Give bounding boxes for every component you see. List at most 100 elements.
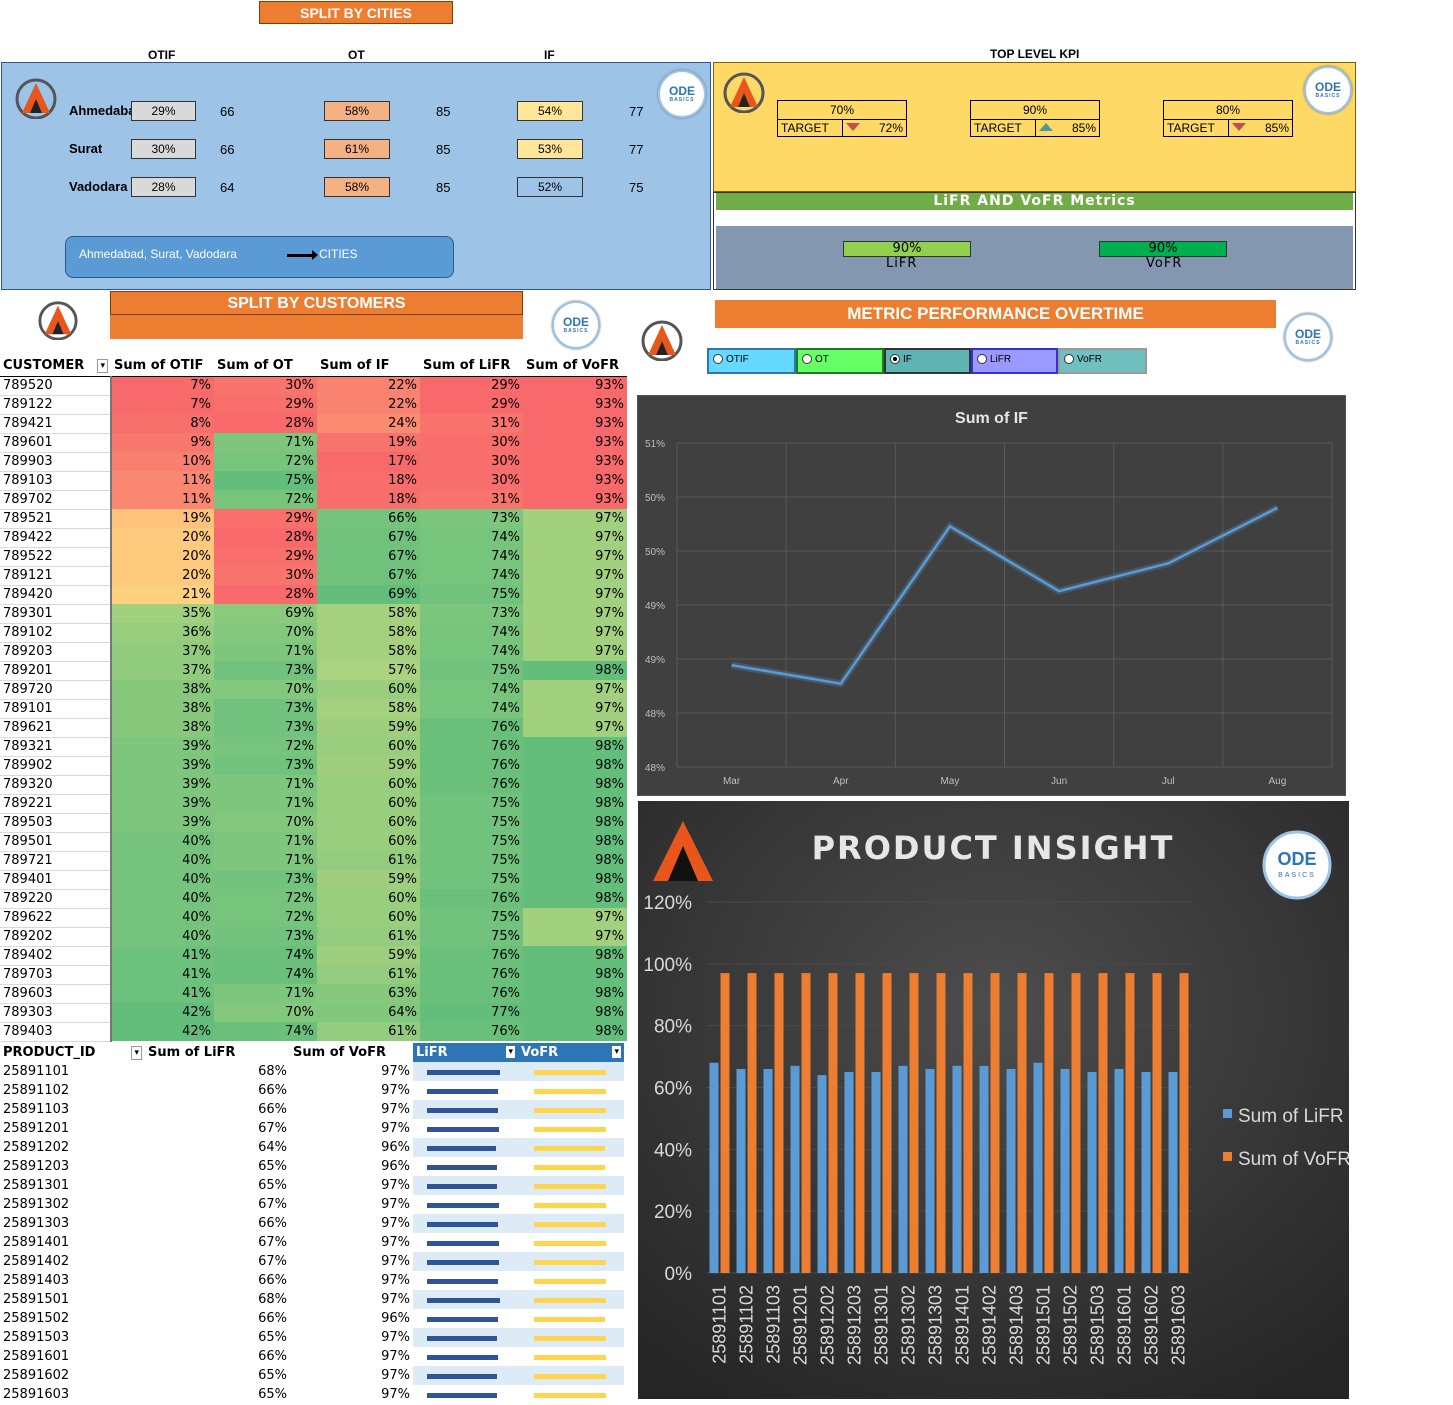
option-lifr[interactable]: LiFR — [971, 348, 1058, 374]
table-row[interactable]: 25891602 65% 97% — [0, 1366, 624, 1385]
table-row[interactable]: 25891403 66% 97% — [0, 1271, 624, 1290]
y-tick-label: 0% — [665, 1264, 693, 1285]
products-table-wrap[interactable]: PRODUCT_ID ▾ Sum of LiFR Sum of VoFR LiFR… — [0, 1043, 627, 1405]
option-vofr[interactable]: VoFR — [1058, 348, 1147, 374]
metric-cell: 71% — [214, 775, 317, 794]
table-row[interactable]: 789303 42% 70% 64% 77% 98% — [0, 1003, 627, 1023]
metric-cell: 40% — [111, 889, 214, 908]
table-row[interactable]: 25891603 65% 97% — [0, 1385, 624, 1404]
table-row[interactable]: 789121 20% 30% 67% 74% 97% — [0, 566, 627, 586]
table-row[interactable]: 789320 39% 71% 60% 76% 98% — [0, 775, 627, 795]
if-header[interactable]: Sum of IF — [317, 357, 420, 377]
table-row[interactable]: 25891202 64% 96% — [0, 1138, 624, 1157]
metric-cell: 71% — [214, 832, 317, 851]
table-row[interactable]: 789401 40% 73% 59% 75% 98% — [0, 870, 627, 890]
filter-dropdown-icon: ▾ — [131, 1045, 142, 1060]
table-row[interactable]: 25891103 66% 97% — [0, 1100, 624, 1119]
metric-cell: 59% — [317, 756, 420, 775]
metric-cell: 65% — [258, 1158, 287, 1174]
table-row[interactable]: 25891401 67% 97% — [0, 1233, 624, 1252]
table-row[interactable]: 789903 10% 72% 17% 30% 93% — [0, 452, 627, 472]
table-row[interactable]: 789703 41% 74% 61% 76% 98% — [0, 965, 627, 985]
table-row[interactable]: 789103 11% 75% 18% 30% 93% — [0, 471, 627, 491]
metric-cell: 63% — [317, 984, 420, 1003]
otif-header[interactable]: Sum of OTIF — [111, 357, 214, 377]
vofr-databar-header[interactable]: VoFR ▾ — [518, 1043, 624, 1062]
metric-cell: 29% — [214, 509, 317, 528]
table-row[interactable]: 25891501 68% 97% — [0, 1290, 624, 1309]
table-row[interactable]: 789622 40% 72% 60% 75% 97% — [0, 908, 627, 928]
table-row[interactable]: 789101 38% 73% 58% 74% 97% — [0, 699, 627, 719]
metric-cell: 60% — [317, 908, 420, 927]
table-row[interactable]: 789501 40% 71% 60% 75% 98% — [0, 832, 627, 852]
cities-banner: SPLIT BY CITIES — [259, 1, 453, 24]
table-row[interactable]: 25891503 65% 97% — [0, 1328, 624, 1347]
table-row[interactable]: 25891402 67% 97% — [0, 1252, 624, 1271]
metric-cell: 71% — [214, 851, 317, 870]
vofr-header[interactable]: Sum of VoFR — [523, 357, 627, 377]
radio-icon — [713, 354, 723, 365]
table-row[interactable]: 789403 42% 74% 61% 76% 98% — [0, 1022, 627, 1042]
metric-cell: 75% — [420, 794, 523, 813]
metric-cell: 98% — [523, 965, 627, 984]
table-row[interactable]: 789321 39% 72% 60% 76% 98% — [0, 737, 627, 757]
customer-header[interactable]: CUSTOMER ▾ — [0, 357, 111, 377]
table-row[interactable]: 789422 20% 28% 67% 74% 97% — [0, 528, 627, 548]
table-row[interactable]: 25891502 66% 96% — [0, 1309, 624, 1328]
city-ot-cell: 58% — [324, 177, 390, 197]
table-row[interactable]: 789201 37% 73% 57% 75% 98% — [0, 661, 627, 681]
vofr-label: VoFR — [1146, 256, 1183, 271]
product-id-header[interactable]: PRODUCT_ID ▾ — [0, 1043, 145, 1062]
table-row[interactable]: 789621 38% 73% 59% 76% 97% — [0, 718, 627, 738]
table-row[interactable]: 789122 7% 29% 22% 29% 93% — [0, 395, 627, 415]
table-row[interactable]: 25891101 68% 97% — [0, 1062, 624, 1081]
table-row[interactable]: 789601 9% 71% 19% 30% 93% — [0, 433, 627, 453]
table-row[interactable]: 789221 39% 71% 60% 75% 98% — [0, 794, 627, 814]
table-row[interactable]: 789902 39% 73% 59% 76% 98% — [0, 756, 627, 776]
table-row[interactable]: 25891102 66% 97% — [0, 1081, 624, 1100]
table-row[interactable]: 789203 37% 71% 58% 74% 97% — [0, 642, 627, 662]
table-row[interactable]: 789503 39% 70% 60% 75% 98% — [0, 813, 627, 833]
product-lifr-header[interactable]: Sum of LiFR — [145, 1043, 290, 1062]
cities-filter-chip[interactable]: Ahmedabad, Surat, Vadodara CITIES — [65, 236, 454, 278]
kpi-title: TOP LEVEL KPI — [990, 47, 1080, 61]
option-ot[interactable]: OT — [796, 348, 884, 374]
metric-cell: 75% — [420, 908, 523, 927]
codebasics-logo-icon: ODEBASICS — [658, 70, 706, 118]
table-row[interactable]: 789702 11% 72% 18% 31% 93% — [0, 490, 627, 510]
bar-lifr — [790, 1065, 800, 1273]
lifr-header[interactable]: Sum of LiFR — [420, 357, 523, 377]
table-row[interactable]: 789102 36% 70% 58% 74% 97% — [0, 623, 627, 643]
table-row[interactable]: 789301 35% 69% 58% 73% 97% — [0, 604, 627, 624]
table-row[interactable]: 789402 41% 74% 59% 76% 98% — [0, 946, 627, 966]
ot-header[interactable]: Sum of OT — [214, 357, 317, 377]
y-tick-label: 80% — [654, 1017, 692, 1038]
table-row[interactable]: 789520 7% 30% 22% 29% 93% — [0, 376, 627, 396]
lifr-databar-header[interactable]: LiFR ▾ — [413, 1043, 518, 1062]
table-row[interactable]: 789720 38% 70% 60% 74% 97% — [0, 680, 627, 700]
table-row[interactable]: 25891601 66% 97% — [0, 1347, 624, 1366]
vofr-bar — [534, 1145, 606, 1151]
customers-table-wrap[interactable]: CUSTOMER ▾ Sum of OTIF Sum of OT Sum of I… — [0, 357, 627, 1043]
table-row[interactable]: 25891303 66% 97% — [0, 1214, 624, 1233]
table-row[interactable]: 789421 8% 28% 24% 31% 93% — [0, 414, 627, 434]
lifr-value: 90% — [843, 241, 971, 257]
option-otif[interactable]: OTIF — [707, 348, 796, 374]
table-row[interactable]: 789603 41% 71% 63% 76% 98% — [0, 984, 627, 1004]
bar-lifr — [1006, 1068, 1016, 1273]
metric-cell: 61% — [317, 965, 420, 984]
table-row[interactable]: 25891301 65% 97% — [0, 1176, 624, 1195]
table-row[interactable]: 789220 40% 72% 60% 76% 98% — [0, 889, 627, 909]
table-row[interactable]: 789420 21% 28% 69% 75% 97% — [0, 585, 627, 605]
product-vofr-header[interactable]: Sum of VoFR — [290, 1043, 413, 1062]
table-row[interactable]: 789721 40% 71% 61% 75% 98% — [0, 851, 627, 871]
bar-lifr — [817, 1075, 827, 1273]
metric-cell: 66% — [258, 1310, 287, 1326]
table-row[interactable]: 25891201 67% 97% — [0, 1119, 624, 1138]
table-row[interactable]: 25891203 65% 96% — [0, 1157, 624, 1176]
table-row[interactable]: 789202 40% 73% 61% 75% 97% — [0, 927, 627, 947]
option-if[interactable]: IF — [884, 348, 971, 374]
table-row[interactable]: 789522 20% 29% 67% 74% 97% — [0, 547, 627, 567]
table-row[interactable]: 25891302 67% 97% — [0, 1195, 624, 1214]
table-row[interactable]: 789521 19% 29% 66% 73% 97% — [0, 509, 627, 529]
